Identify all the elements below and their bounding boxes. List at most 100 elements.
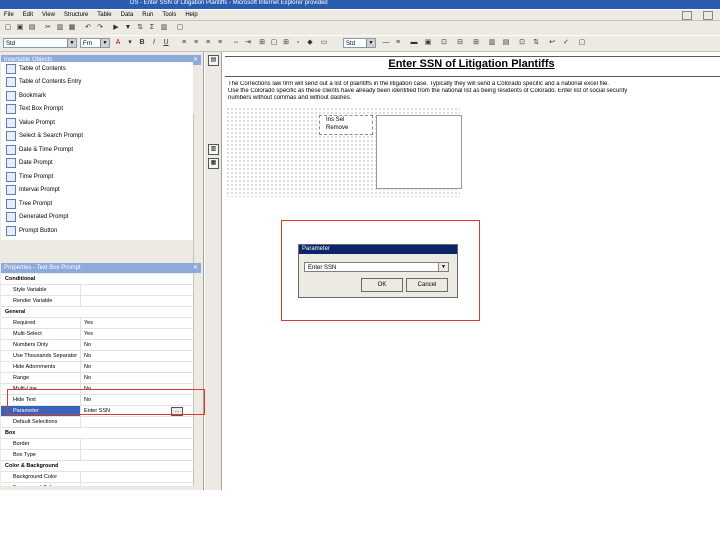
- align-right-icon[interactable]: ≡: [204, 39, 212, 47]
- parameter-select[interactable]: Enter SSN ▼: [304, 262, 449, 272]
- merge-icon[interactable]: ⊟: [456, 39, 464, 47]
- border-all-icon[interactable]: ⊞: [258, 39, 266, 47]
- summary-icon[interactable]: Σ: [148, 24, 156, 32]
- padding-icon[interactable]: ⊡: [440, 39, 448, 47]
- property-value[interactable]: No: [81, 362, 193, 372]
- property-value[interactable]: [81, 450, 193, 460]
- chevron-down-icon[interactable]: ▼: [438, 263, 448, 271]
- property-value[interactable]: [81, 439, 193, 449]
- list-item[interactable]: Bookmark: [1, 89, 193, 103]
- sort-icon[interactable]: ⇅: [532, 39, 540, 47]
- list-item[interactable]: Date Prompt: [1, 157, 193, 171]
- property-value[interactable]: No: [81, 373, 193, 383]
- property-row[interactable]: Numbers Only No: [1, 340, 193, 351]
- property-value[interactable]: [81, 472, 193, 482]
- underline-icon[interactable]: U: [162, 39, 170, 47]
- list-item[interactable]: Table of Contents: [1, 62, 193, 76]
- font-color-icon[interactable]: A: [114, 39, 122, 47]
- cut-icon[interactable]: ✂: [44, 24, 52, 32]
- menu-item-view[interactable]: View: [42, 12, 55, 18]
- property-value[interactable]: No: [81, 340, 193, 350]
- border-inner-icon[interactable]: ⊞: [282, 39, 290, 47]
- property-row[interactable]: Style Variable: [1, 285, 193, 296]
- minimize-icon[interactable]: [682, 11, 692, 20]
- property-row[interactable]: Border: [1, 439, 193, 450]
- menu-item-help[interactable]: Help: [185, 12, 197, 18]
- property-value[interactable]: Yes: [81, 318, 193, 328]
- properties-icon[interactable]: ▢: [578, 39, 586, 47]
- list-item[interactable]: Time Prompt: [1, 170, 193, 184]
- menu-item-table[interactable]: Table: [97, 12, 111, 18]
- background-color-icon[interactable]: ▭: [320, 39, 328, 47]
- chevron-down-icon[interactable]: ▼: [366, 39, 375, 47]
- run-icon[interactable]: ▶: [112, 24, 120, 32]
- align-center-icon[interactable]: ≡: [192, 39, 200, 47]
- font-size-combo[interactable]: Std ▼: [343, 38, 376, 48]
- chart-icon[interactable]: ▥: [160, 24, 168, 32]
- remove-button[interactable]: Remove: [326, 125, 348, 131]
- menu-item-structure[interactable]: Structure: [64, 12, 88, 18]
- condition-explorer-icon[interactable]: ▦: [208, 158, 219, 169]
- menu-item-file[interactable]: File: [4, 12, 14, 18]
- menu-item-data[interactable]: Data: [121, 12, 134, 18]
- list-item[interactable]: Generated Prompt: [1, 211, 193, 225]
- bold-icon[interactable]: B: [138, 39, 146, 47]
- font-family-combo[interactable]: Frn ▼: [80, 38, 110, 48]
- border-none-icon[interactable]: ▫: [294, 39, 302, 47]
- list-item[interactable]: Tree Prompt: [1, 197, 193, 211]
- property-section[interactable]: General: [1, 307, 193, 318]
- copy-icon[interactable]: ▥: [56, 24, 64, 32]
- line-style-icon[interactable]: —: [382, 39, 390, 47]
- check-icon[interactable]: ✓: [562, 39, 570, 47]
- property-section[interactable]: Color & Background: [1, 461, 193, 472]
- list-item[interactable]: Date & Time Prompt: [1, 143, 193, 157]
- page-explorer-icon[interactable]: ▤: [208, 55, 219, 66]
- open-icon[interactable]: ▣: [16, 24, 24, 32]
- chevron-down-icon[interactable]: ▼: [67, 39, 76, 47]
- list-item[interactable]: Table of Contents Entry: [1, 76, 193, 90]
- query-explorer-icon[interactable]: ▥: [208, 144, 219, 155]
- italic-icon[interactable]: I: [150, 39, 158, 47]
- indent-icon[interactable]: ⇥: [244, 39, 252, 47]
- close-icon[interactable]: ✕: [193, 55, 198, 65]
- menu-item-run[interactable]: Run: [142, 12, 153, 18]
- wrap-icon[interactable]: ↩: [548, 39, 556, 47]
- sort-icon[interactable]: ⇅: [136, 24, 144, 32]
- list-item[interactable]: Prompt Button: [1, 224, 193, 238]
- menu-item-edit[interactable]: Edit: [23, 12, 33, 18]
- property-row[interactable]: Multi-Select Yes: [1, 329, 193, 340]
- property-value[interactable]: [81, 417, 193, 427]
- new-icon[interactable]: ▢: [4, 24, 12, 32]
- menu-item-tools[interactable]: Tools: [162, 12, 176, 18]
- format-brush-icon[interactable]: ▾: [126, 39, 134, 47]
- property-row[interactable]: Range No: [1, 373, 193, 384]
- property-value[interactable]: No: [81, 351, 193, 361]
- property-value[interactable]: [81, 285, 193, 295]
- property-row[interactable]: Hide Adornments No: [1, 362, 193, 373]
- split-icon[interactable]: ⊞: [472, 39, 480, 47]
- align-left-icon[interactable]: ≡: [180, 39, 188, 47]
- cancel-button[interactable]: Cancel: [406, 278, 448, 292]
- property-row[interactable]: Render Variable: [1, 296, 193, 307]
- property-value[interactable]: [81, 296, 193, 306]
- list-item[interactable]: Interval Prompt: [1, 184, 193, 198]
- style-combo[interactable]: Std ▼: [3, 38, 77, 48]
- property-row[interactable]: Use Thousands Separator No: [1, 351, 193, 362]
- fill-color-icon[interactable]: ◆: [306, 39, 314, 47]
- property-value[interactable]: Yes: [81, 329, 193, 339]
- insert-remove-control[interactable]: Ins Sel Remove: [319, 115, 373, 135]
- line-weight-icon[interactable]: ≡: [394, 39, 402, 47]
- close-icon[interactable]: ✕: [193, 263, 198, 273]
- list-item[interactable]: Value Prompt: [1, 116, 193, 130]
- property-value[interactable]: [81, 483, 193, 486]
- columns-icon[interactable]: ▥: [488, 39, 496, 47]
- undo-icon[interactable]: ↶: [84, 24, 92, 32]
- paste-icon[interactable]: ▦: [68, 24, 76, 32]
- property-section[interactable]: Box: [1, 428, 193, 439]
- property-row[interactable]: Background Color: [1, 472, 193, 483]
- restore-icon[interactable]: [703, 11, 713, 20]
- justify-icon[interactable]: ≡: [216, 39, 224, 47]
- ok-button[interactable]: OK: [361, 278, 403, 292]
- properties-scrollbar[interactable]: [193, 274, 202, 486]
- property-row[interactable]: Default Selections: [1, 417, 193, 428]
